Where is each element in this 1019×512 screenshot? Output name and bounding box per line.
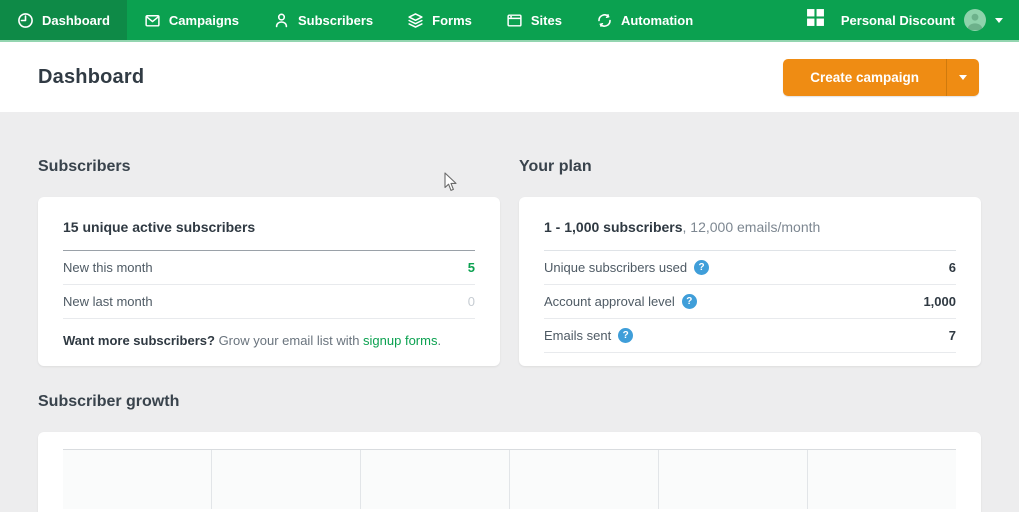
page-title: Dashboard [38,65,145,88]
nav-item-label: Dashboard [42,12,110,28]
navbar-right: Personal Discount [806,0,1019,40]
stat-label: New last month [63,294,153,309]
nav-item-subscribers[interactable]: Subscribers [256,0,390,40]
nav-item-forms[interactable]: Forms [390,0,489,40]
footer-period: . [437,333,442,348]
account-menu[interactable]: Personal Discount [841,9,1003,31]
account-name: Personal Discount [840,12,955,28]
growth-stats-row [63,449,956,509]
subscribers-section: Subscribers 15 unique active subscribers… [38,158,500,366]
nav-item-sites[interactable]: Sites [489,0,579,40]
sync-icon [596,12,613,29]
plan-card-title: 1 - 1,000 subscribers, 12,000 emails/mon… [544,219,956,235]
browser-icon [506,12,523,29]
table-row: New this month 5 [63,251,475,285]
plan-title-rest: , 12,000 emails/month [682,219,821,235]
help-icon[interactable]: ? [694,260,710,275]
stat-value: 0 [467,294,475,309]
growth-stat-segment[interactable] [360,450,509,509]
create-campaign-dropdown-button[interactable] [946,58,979,96]
nav-item-label: Sites [530,12,562,28]
help-icon[interactable]: ? [681,294,697,309]
footer-text: Grow your email list with [214,333,364,348]
table-row: Emails sent ? 7 [544,319,956,353]
apps-grid-icon[interactable] [806,8,825,32]
growth-stat-segment[interactable] [658,450,807,509]
nav-item-label: Automation [620,12,694,28]
envelope-icon [144,12,161,29]
stat-label-text: Account approval level [544,294,675,309]
table-row: Unique subscribers used ? 6 [544,251,956,285]
person-icon [273,12,290,29]
chevron-down-icon [995,17,1003,23]
nav-item-label: Forms [432,12,472,28]
create-campaign-button[interactable]: Create campaign [783,59,946,96]
plan-heading: Your plan [519,158,592,175]
growth-section: Subscriber growth [38,393,981,512]
subscribers-heading: Subscribers [38,158,131,175]
dashboard-content: Subscribers 15 unique active subscribers… [0,112,1019,512]
stat-value: 5 [467,260,475,275]
table-row: New last month 0 [63,285,475,319]
footer-bold-text: Want more subscribers? [63,333,215,348]
subscribers-card-footer: Want more subscribers? Grow your email l… [63,319,475,348]
plan-title-bold: 1 - 1,000 subscribers [544,219,683,235]
avatar [964,9,986,31]
help-icon[interactable]: ? [618,328,634,343]
growth-heading: Subscriber growth [38,393,180,410]
stat-label: Account approval level ? [544,294,697,309]
growth-stat-segment[interactable] [807,450,956,509]
nav-item-dashboard[interactable]: Dashboard [0,0,127,40]
stat-value: 6 [948,260,956,275]
nav-item-automation[interactable]: Automation [579,0,710,40]
stat-label-text: Unique subscribers used [544,260,688,275]
growth-stat-segment[interactable] [211,450,360,509]
stat-value: 1,000 [923,294,956,309]
plan-section: Your plan 1 - 1,000 subscribers, 12,000 … [519,158,981,366]
stat-label: New this month [63,260,153,275]
growth-stat-segment[interactable] [509,450,658,509]
subscribers-card: 15 unique active subscribers New this mo… [38,197,500,366]
plan-card: 1 - 1,000 subscribers, 12,000 emails/mon… [519,197,981,366]
stat-value: 7 [948,328,956,343]
table-row: Account approval level ? 1,000 [544,285,956,319]
stat-label-text: Emails sent [544,328,612,343]
signup-forms-link[interactable]: signup forms [363,333,437,348]
nav-item-campaigns[interactable]: Campaigns [127,0,256,40]
subscriber-growth-card [38,432,981,512]
create-campaign-split-button: Create campaign [783,58,979,96]
nav-item-label: Campaigns [168,12,239,28]
stat-label: Unique subscribers used ? [544,260,710,275]
stat-label: Emails sent ? [544,328,634,343]
growth-stat-segment[interactable] [63,450,211,509]
page-header: Dashboard Create campaign [0,42,1019,112]
layers-icon [407,12,424,29]
clock-icon [17,12,34,29]
subscribers-card-title: 15 unique active subscribers [63,219,256,235]
top-navbar: Dashboard Campaigns Subscribers Forms Si… [0,0,1019,42]
chevron-down-icon [959,74,967,80]
nav-item-label: Subscribers [297,12,374,28]
